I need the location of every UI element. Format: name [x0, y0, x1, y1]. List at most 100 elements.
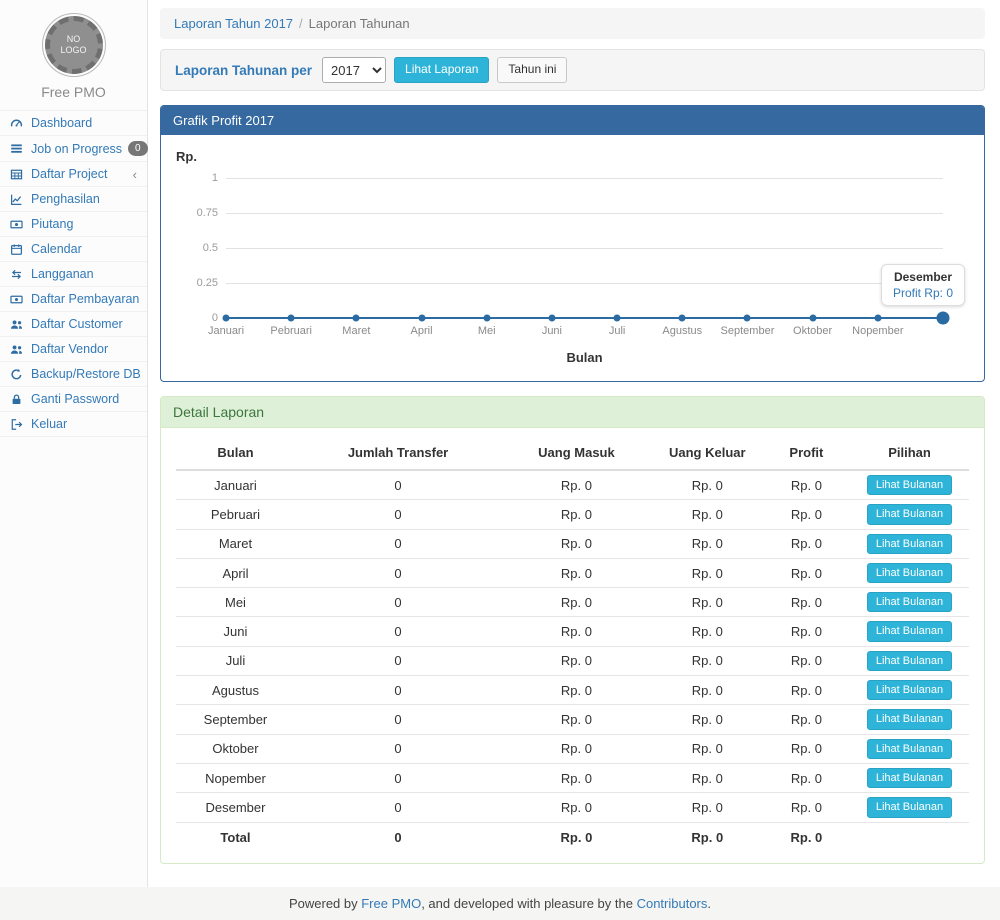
tooltip-title: Desember — [893, 270, 953, 284]
x-tick-label: Juni — [542, 325, 562, 337]
chart-point-desember[interactable] — [937, 312, 950, 325]
cell-uang-masuk: Rp. 0 — [501, 646, 652, 675]
exchange-icon — [10, 268, 25, 281]
cell-profit: Rp. 0 — [763, 734, 850, 763]
x-tick-label: Nopember — [852, 325, 903, 337]
x-tick-label: Pebruari — [270, 325, 312, 337]
chart-point-pebruari[interactable] — [288, 315, 295, 322]
sidebar-item-daftar-project[interactable]: Daftar Project‹ — [0, 162, 147, 187]
chart-point-januari[interactable] — [223, 315, 230, 322]
chart-point-juni[interactable] — [548, 315, 555, 322]
x-axis-label: Bulan — [226, 350, 943, 365]
sidebar-item-calendar[interactable]: Calendar — [0, 237, 147, 262]
y-tick-label: 0.25 — [178, 277, 218, 289]
chart-point-juli[interactable] — [614, 315, 621, 322]
cell-bulan: Mei — [176, 588, 295, 617]
cell-uang-masuk: Rp. 0 — [501, 500, 652, 529]
lihat-bulanan-button[interactable]: Lihat Bulanan — [867, 797, 952, 817]
report-filter-bar: Laporan Tahunan per 2017 Lihat Laporan T… — [160, 49, 985, 91]
cell-bulan: Oktober — [176, 734, 295, 763]
lihat-laporan-button[interactable]: Lihat Laporan — [394, 57, 489, 83]
cell-profit: Rp. 0 — [763, 588, 850, 617]
cell-jumlah-transfer: 0 — [295, 617, 501, 646]
x-tick-label: September — [721, 325, 775, 337]
contributors-link[interactable]: Contributors — [637, 896, 708, 911]
cell-pilihan: Lihat Bulanan — [850, 529, 969, 558]
chart-point-april[interactable] — [418, 315, 425, 322]
cell-jumlah-transfer: 0 — [295, 646, 501, 675]
cell-profit: Rp. 0 — [763, 676, 850, 705]
sidebar-item-keluar[interactable]: Keluar — [0, 412, 147, 437]
lihat-bulanan-button[interactable]: Lihat Bulanan — [867, 768, 952, 788]
lihat-bulanan-button[interactable]: Lihat Bulanan — [867, 651, 952, 671]
footer: Powered by Free PMO, and developed with … — [0, 887, 1000, 920]
sidebar-item-dashboard[interactable]: Dashboard — [0, 111, 147, 136]
cell-bulan: April — [176, 558, 295, 587]
sidebar-item-label: Ganti Password — [31, 392, 119, 406]
cell-uang-masuk: Rp. 0 — [501, 617, 652, 646]
cell-uang-keluar: Rp. 0 — [652, 588, 763, 617]
sidebar-item-langganan[interactable]: Langganan — [0, 262, 147, 287]
cell-pilihan: Lihat Bulanan — [850, 793, 969, 822]
cell-bulan: Nopember — [176, 763, 295, 792]
lihat-bulanan-button[interactable]: Lihat Bulanan — [867, 475, 952, 495]
detail-panel-title: Detail Laporan — [161, 397, 984, 428]
sidebar-item-daftar-vendor[interactable]: Daftar Vendor — [0, 337, 147, 362]
tahun-ini-button[interactable]: Tahun ini — [497, 57, 567, 83]
sidebar-item-ganti-password[interactable]: Ganti Password — [0, 387, 147, 412]
column-header-uang-masuk: Uang Masuk — [501, 436, 652, 470]
total-profit: Rp. 0 — [763, 822, 850, 849]
table-row: Agustus0Rp. 0Rp. 0Rp. 0Lihat Bulanan — [176, 676, 969, 705]
chart-point-maret[interactable] — [353, 315, 360, 322]
chart-point-oktober[interactable] — [809, 315, 816, 322]
lihat-bulanan-button[interactable]: Lihat Bulanan — [867, 534, 952, 554]
lihat-bulanan-button[interactable]: Lihat Bulanan — [867, 504, 952, 524]
x-tick-label: Maret — [342, 325, 370, 337]
chart-point-agustus[interactable] — [679, 315, 686, 322]
sidebar-item-daftar-pembayaran[interactable]: Daftar Pembayaran — [0, 287, 147, 312]
cell-bulan: Juli — [176, 646, 295, 675]
table-row: Juli0Rp. 0Rp. 0Rp. 0Lihat Bulanan — [176, 646, 969, 675]
cell-bulan: Agustus — [176, 676, 295, 705]
filter-label: Laporan Tahunan per — [175, 63, 312, 78]
table-row: Mei0Rp. 0Rp. 0Rp. 0Lihat Bulanan — [176, 588, 969, 617]
chart-gridline — [226, 178, 943, 179]
sidebar-item-daftar-customer[interactable]: Daftar Customer — [0, 312, 147, 337]
cell-pilihan: Lihat Bulanan — [850, 646, 969, 675]
chart-line — [226, 317, 943, 319]
cell-uang-keluar: Rp. 0 — [652, 734, 763, 763]
chart-point-mei[interactable] — [483, 315, 490, 322]
chart-gridline — [226, 283, 943, 284]
table-row: Juni0Rp. 0Rp. 0Rp. 0Lihat Bulanan — [176, 617, 969, 646]
chart-point-september[interactable] — [744, 315, 751, 322]
sidebar-item-piutang[interactable]: Piutang — [0, 212, 147, 237]
profit-chart-panel: Grafik Profit 2017 Rp. Desember Profit R… — [160, 105, 985, 382]
sidebar-item-job-on-progress[interactable]: Job on Progress0 — [0, 136, 147, 162]
y-tick-label: 0.75 — [178, 207, 218, 219]
breadcrumb-link[interactable]: Laporan Tahun 2017 — [174, 16, 293, 31]
cell-profit: Rp. 0 — [763, 617, 850, 646]
cell-jumlah-transfer: 0 — [295, 705, 501, 734]
cell-bulan: Desember — [176, 793, 295, 822]
free-pmo-link[interactable]: Free PMO — [361, 896, 421, 911]
sidebar-item-backup-restore-db[interactable]: Backup/Restore DB — [0, 362, 147, 387]
total-bulan: Total — [176, 822, 295, 849]
lihat-bulanan-button[interactable]: Lihat Bulanan — [867, 621, 952, 641]
sidebar-item-penghasilan[interactable]: Penghasilan — [0, 187, 147, 212]
lihat-bulanan-button[interactable]: Lihat Bulanan — [867, 709, 952, 729]
chart-point-nopember[interactable] — [874, 315, 881, 322]
main-content: Laporan Tahun 2017/Laporan Tahunan Lapor… — [148, 0, 1000, 887]
lihat-bulanan-button[interactable]: Lihat Bulanan — [867, 592, 952, 612]
lihat-bulanan-button[interactable]: Lihat Bulanan — [867, 563, 952, 583]
lihat-bulanan-button[interactable]: Lihat Bulanan — [867, 739, 952, 759]
y-tick-label: 0 — [178, 312, 218, 324]
cell-bulan: September — [176, 705, 295, 734]
cell-jumlah-transfer: 0 — [295, 470, 501, 500]
cell-profit: Rp. 0 — [763, 558, 850, 587]
lihat-bulanan-button[interactable]: Lihat Bulanan — [867, 680, 952, 700]
year-select[interactable]: 2017 — [322, 57, 386, 83]
line-chart-icon — [10, 193, 25, 206]
tachometer-icon — [10, 117, 25, 130]
cell-profit: Rp. 0 — [763, 470, 850, 500]
column-header-uang-keluar: Uang Keluar — [652, 436, 763, 470]
